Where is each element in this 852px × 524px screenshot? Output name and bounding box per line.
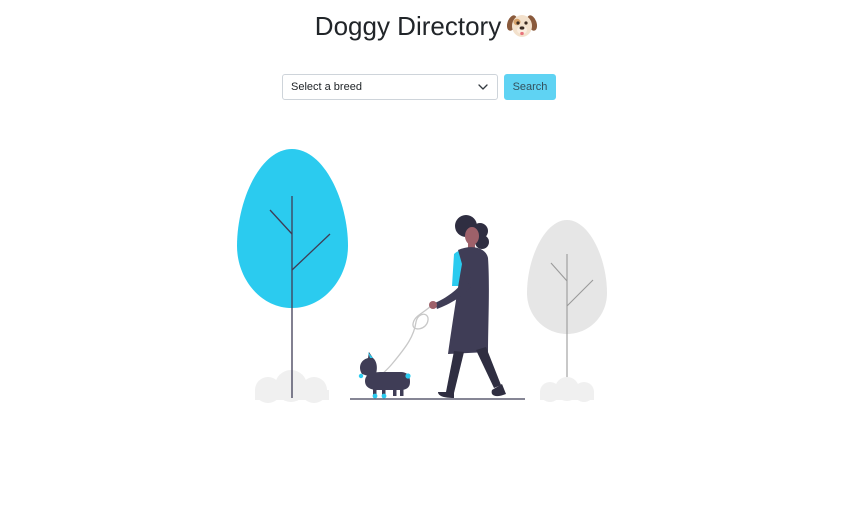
breed-select[interactable]: Select a breed: [282, 74, 498, 100]
leash: [377, 305, 432, 379]
search-form: Select a breed Search: [282, 74, 556, 100]
breed-select-value: Select a breed: [291, 81, 362, 93]
page: Doggy Directory Select a breed Search: [0, 0, 852, 524]
gray-tree: [527, 220, 607, 398]
woman: [429, 215, 506, 398]
chevron-down-icon: [478, 84, 488, 90]
blue-tree: [237, 149, 348, 398]
woman-walking-dog-illustration: [237, 149, 607, 403]
dog: [358, 352, 411, 399]
bush-right: [540, 377, 594, 402]
page-title-text: Doggy Directory: [314, 11, 502, 41]
page-title: Doggy Directory: [0, 8, 852, 48]
search-button[interactable]: Search: [504, 74, 556, 100]
dog-face-icon: [507, 11, 538, 48]
